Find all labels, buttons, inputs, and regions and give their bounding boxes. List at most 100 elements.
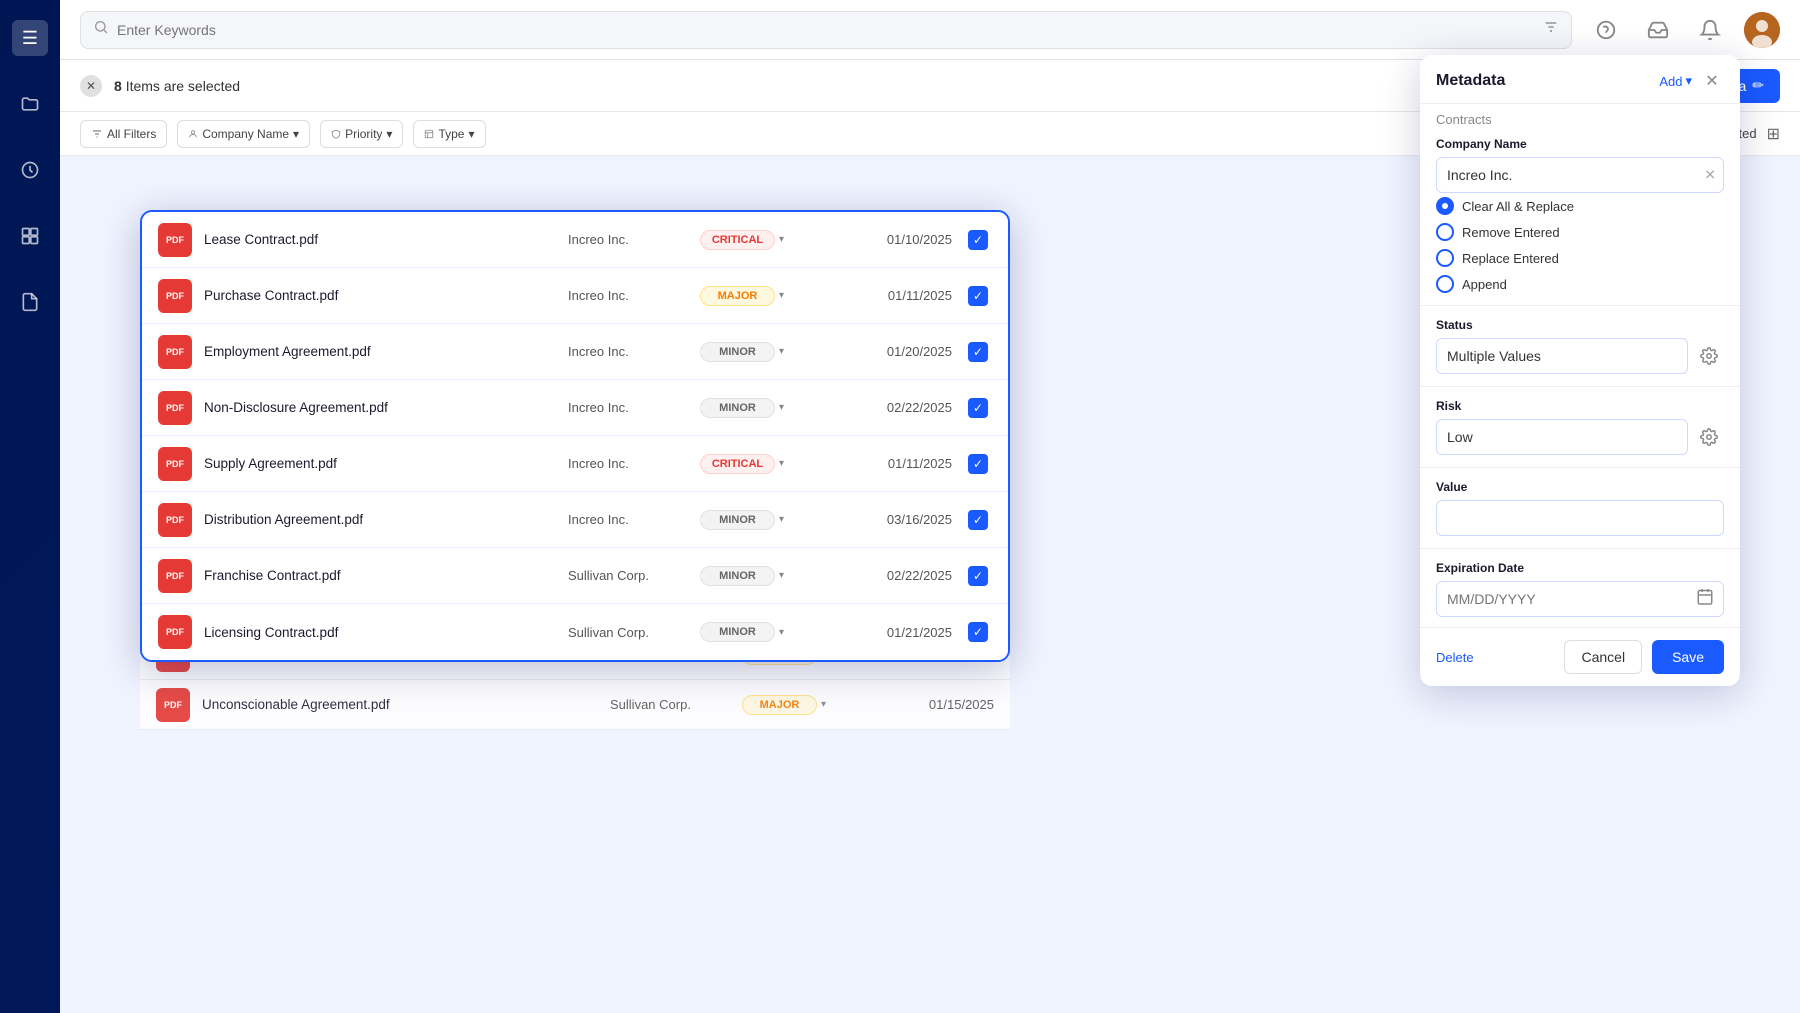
table-row: PDF Non-Disclosure Agreement.pdf Increo … xyxy=(142,380,1008,436)
radio-circle-empty xyxy=(1436,223,1454,241)
add-button[interactable]: Add ▾ xyxy=(1659,73,1692,89)
clock-icon[interactable] xyxy=(12,152,48,188)
clear-company-name-button[interactable]: ✕ xyxy=(1704,167,1716,184)
priority-badge: MINOR xyxy=(700,622,775,642)
value-input[interactable] xyxy=(1436,500,1724,536)
search-container[interactable] xyxy=(80,11,1572,49)
pdf-icon: PDF xyxy=(156,688,190,722)
delete-button[interactable]: Delete xyxy=(1436,650,1474,665)
priority-filter[interactable]: Priority ▾ xyxy=(320,120,403,148)
company-name-filter[interactable]: Company Name ▾ xyxy=(177,120,310,148)
radio-clear-all-replace[interactable]: Clear All & Replace xyxy=(1436,197,1724,215)
layers-icon[interactable] xyxy=(12,218,48,254)
priority-dropdown-arrow[interactable]: ▾ xyxy=(779,402,784,413)
date-cell: 01/11/2025 xyxy=(842,456,952,471)
table-row: PDF Supply Agreement.pdf Increo Inc. CRI… xyxy=(142,436,1008,492)
priority-dropdown-arrow[interactable]: ▾ xyxy=(779,627,784,638)
checkbox-cell: ✓ xyxy=(964,230,992,250)
search-input[interactable] xyxy=(117,22,1543,38)
status-field-label: Status xyxy=(1436,318,1724,332)
divider xyxy=(1420,386,1740,387)
inbox-icon[interactable] xyxy=(1640,12,1676,48)
priority-label: Priority xyxy=(345,127,382,141)
cancel-button[interactable]: Cancel xyxy=(1564,640,1642,674)
priority-cell: MINOR ▾ xyxy=(700,510,830,530)
priority-badge: MAJOR xyxy=(742,695,817,715)
table-row: PDF Employment Agreement.pdf Increo Inc.… xyxy=(142,324,1008,380)
expiration-date-input[interactable] xyxy=(1436,581,1724,617)
sidebar-icon-list: ☰ xyxy=(0,0,60,1013)
status-select[interactable]: Multiple Values Active Expired Pending xyxy=(1436,338,1688,374)
save-button[interactable]: Save xyxy=(1652,640,1724,674)
row-checkbox[interactable]: ✓ xyxy=(968,510,988,530)
page-icon[interactable] xyxy=(12,284,48,320)
bell-icon[interactable] xyxy=(1692,12,1728,48)
company-cell: Increo Inc. xyxy=(568,344,688,359)
doc-name: Purchase Contract.pdf xyxy=(204,288,556,303)
divider xyxy=(1420,305,1740,306)
panel-scroll: Contracts Company Name ✕ Clear All & Rep… xyxy=(1420,104,1740,627)
priority-dropdown-arrow[interactable]: ▾ xyxy=(821,699,826,710)
folder-icon[interactable] xyxy=(12,86,48,122)
filter-icon[interactable] xyxy=(1543,19,1559,40)
radio-remove-entered[interactable]: Remove Entered xyxy=(1436,223,1724,241)
row-checkbox[interactable]: ✓ xyxy=(968,622,988,642)
all-filters-chip[interactable]: All Filters xyxy=(80,120,167,148)
row-checkbox[interactable]: ✓ xyxy=(968,230,988,250)
row-checkbox[interactable]: ✓ xyxy=(968,454,988,474)
priority-dropdown-arrow[interactable]: ▾ xyxy=(779,234,784,245)
type-filter[interactable]: Type ▾ xyxy=(413,120,485,148)
value-field-label: Value xyxy=(1436,480,1724,494)
panel-footer: Delete Cancel Save xyxy=(1420,627,1740,686)
company-cell: Increo Inc. xyxy=(568,400,688,415)
priority-badge: MINOR xyxy=(700,510,775,530)
row-checkbox[interactable]: ✓ xyxy=(968,566,988,586)
checkbox-cell: ✓ xyxy=(964,622,992,642)
doc-name: Supply Agreement.pdf xyxy=(204,456,556,471)
risk-select[interactable]: Low Medium High Critical xyxy=(1436,419,1688,455)
are-selected-label: are selected xyxy=(164,78,240,94)
company-cell: Increo Inc. xyxy=(568,232,688,247)
date-cell: 01/10/2025 xyxy=(842,232,952,247)
company-cell: Sullivan Corp. xyxy=(568,568,688,583)
company-cell: Sullivan Corp. xyxy=(610,697,730,712)
help-icon[interactable] xyxy=(1588,12,1624,48)
company-name-input-wrap: ✕ xyxy=(1436,157,1724,193)
company-cell: Sullivan Corp. xyxy=(568,625,688,640)
company-name-dropdown-icon: ▾ xyxy=(293,127,299,141)
expiration-date-section: Expiration Date xyxy=(1420,551,1740,627)
priority-dropdown-arrow[interactable]: ▾ xyxy=(779,458,784,469)
clear-selection-button[interactable]: ✕ xyxy=(80,75,102,97)
contracts-label: Contracts xyxy=(1420,104,1740,127)
priority-dropdown-arrow[interactable]: ▾ xyxy=(779,290,784,301)
doc-name: Distribution Agreement.pdf xyxy=(204,512,556,527)
avatar[interactable] xyxy=(1744,12,1780,48)
radio-replace-entered[interactable]: Replace Entered xyxy=(1436,249,1724,267)
row-checkbox[interactable]: ✓ xyxy=(968,398,988,418)
top-bar xyxy=(60,0,1800,60)
menu-icon[interactable]: ☰ xyxy=(12,20,48,56)
table-row: PDF Purchase Contract.pdf Increo Inc. MA… xyxy=(142,268,1008,324)
priority-dropdown-arrow[interactable]: ▾ xyxy=(779,514,784,525)
priority-cell: MINOR ▾ xyxy=(700,342,830,362)
grid-view-icon[interactable]: ⊞ xyxy=(1767,124,1780,144)
date-cell: 01/21/2025 xyxy=(842,625,952,640)
radio-circle-empty xyxy=(1436,249,1454,267)
risk-settings-icon[interactable] xyxy=(1694,422,1724,452)
priority-dropdown-icon: ▾ xyxy=(386,127,392,141)
row-checkbox[interactable]: ✓ xyxy=(968,342,988,362)
selection-count: 8 xyxy=(114,78,122,94)
priority-badge: MINOR xyxy=(700,566,775,586)
close-button[interactable]: ✕ xyxy=(1700,69,1724,93)
row-checkbox[interactable]: ✓ xyxy=(968,286,988,306)
search-icon xyxy=(93,19,109,40)
radio-append[interactable]: Append xyxy=(1436,275,1724,293)
pdf-icon: PDF xyxy=(158,559,192,593)
company-name-input[interactable] xyxy=(1436,157,1724,193)
expiration-date-input-wrap xyxy=(1436,581,1724,617)
priority-dropdown-arrow[interactable]: ▾ xyxy=(779,346,784,357)
priority-dropdown-arrow[interactable]: ▾ xyxy=(779,570,784,581)
status-section: Status Multiple Values Active Expired Pe… xyxy=(1420,308,1740,384)
status-settings-icon[interactable] xyxy=(1694,341,1724,371)
date-cell: 01/20/2025 xyxy=(842,344,952,359)
